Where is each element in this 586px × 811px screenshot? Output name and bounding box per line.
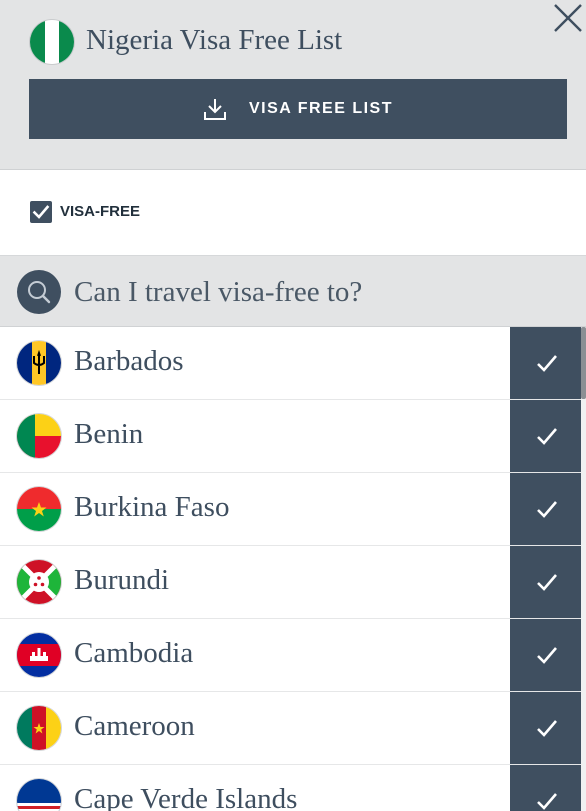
nigeria-flag-icon <box>30 20 74 64</box>
scrollbar-thumb[interactable] <box>581 327 586 399</box>
visa-free-status <box>510 327 583 399</box>
list-item[interactable]: Burkina Faso <box>0 473 586 546</box>
cape-verde-flag-icon <box>17 779 61 811</box>
visa-free-status <box>510 400 583 472</box>
country-name: Cameroon <box>74 710 195 742</box>
country-name: Cambodia <box>74 637 194 669</box>
visa-free-status <box>510 692 583 764</box>
visa-free-status <box>510 765 583 811</box>
list-item[interactable]: Burundi <box>0 546 586 619</box>
country-list: Barbados Benin Burkina Faso Burundi Camb… <box>0 327 586 811</box>
download-list-button[interactable]: VISA FREE LIST <box>29 79 567 139</box>
check-icon <box>536 574 557 591</box>
country-name: Burundi <box>74 564 170 596</box>
benin-flag-icon <box>17 414 61 458</box>
cambodia-flag-icon <box>17 633 61 677</box>
list-item[interactable]: Cambodia <box>0 619 586 692</box>
close-button[interactable] <box>548 0 586 40</box>
visa-free-checkbox[interactable] <box>30 201 52 223</box>
burkina-faso-flag-icon <box>17 487 61 531</box>
list-item[interactable]: Barbados <box>0 327 586 400</box>
check-icon <box>536 720 557 737</box>
header: Nigeria Visa Free List VISA FREE LIST <box>0 0 586 170</box>
filter-bar: VISA-FREE <box>0 170 586 256</box>
close-icon <box>554 4 582 32</box>
list-item[interactable]: Benin <box>0 400 586 473</box>
check-icon <box>536 355 557 372</box>
check-icon <box>536 428 557 445</box>
search-icon <box>17 270 61 314</box>
list-item[interactable]: Cameroon <box>0 692 586 765</box>
check-icon <box>536 501 557 518</box>
barbados-flag-icon <box>17 341 61 385</box>
cameroon-flag-icon <box>17 706 61 750</box>
search-bar <box>0 256 586 327</box>
country-name: Cape Verde Islands <box>74 783 298 811</box>
search-input[interactable] <box>74 270 564 314</box>
list-item[interactable]: Cape Verde Islands <box>0 765 586 811</box>
checkmark-icon <box>32 205 50 219</box>
burundi-flag-icon <box>17 560 61 604</box>
list-scrollbar[interactable] <box>581 327 586 811</box>
visa-free-status <box>510 619 583 691</box>
country-name: Burkina Faso <box>74 491 230 523</box>
check-icon <box>536 647 557 664</box>
visa-free-status <box>510 546 583 618</box>
country-name: Benin <box>74 418 144 450</box>
download-button-label: VISA FREE LIST <box>249 100 393 117</box>
country-name: Barbados <box>74 345 184 377</box>
download-icon <box>204 99 226 120</box>
visa-free-status <box>510 473 583 545</box>
page-title: Nigeria Visa Free List <box>86 24 343 56</box>
check-icon <box>536 793 557 810</box>
visa-free-label[interactable]: VISA-FREE <box>60 203 140 220</box>
